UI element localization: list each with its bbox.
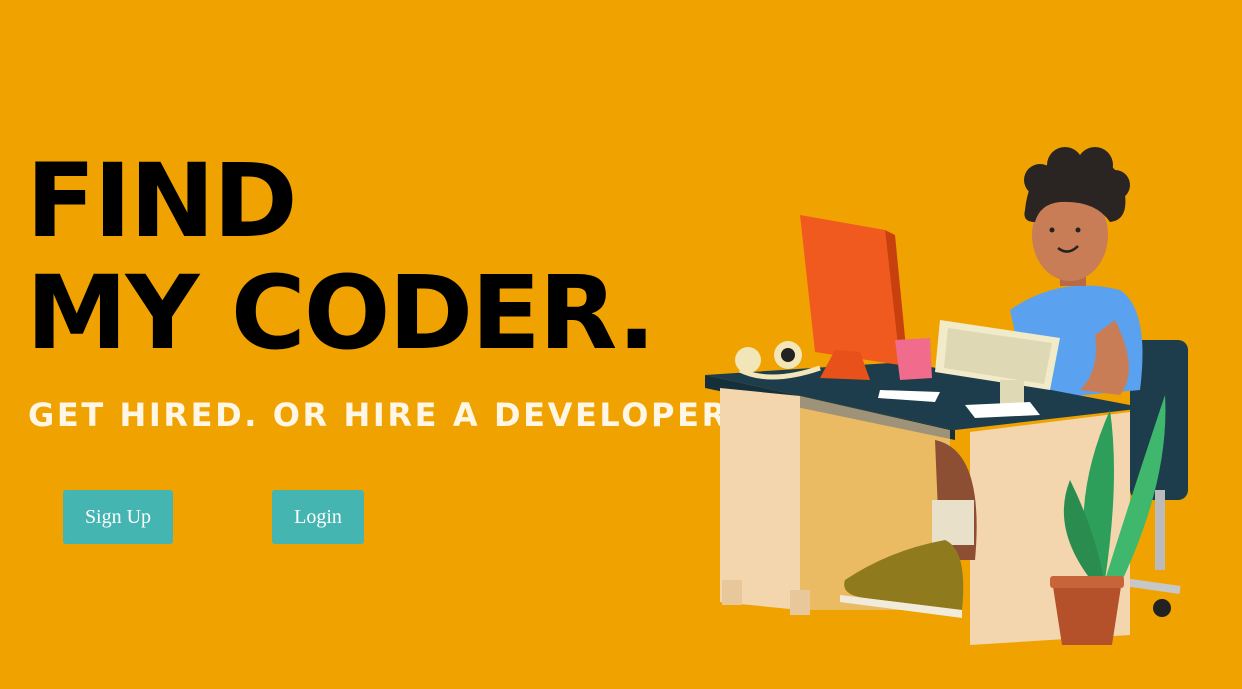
- hero-tagline: GET HIRED. OR HIRE A DEVELOPER.: [28, 396, 745, 434]
- developer-at-desk-icon: [705, 147, 1188, 645]
- hero-title: FIND MY CODER.: [26, 142, 656, 373]
- hero-title-line-2: MY CODER.: [26, 254, 656, 373]
- login-button[interactable]: Login: [272, 490, 364, 544]
- landing-page: FIND MY CODER. GET HIRED. OR HIRE A DEVE…: [0, 0, 1242, 689]
- hero-title-line-1: FIND: [26, 142, 298, 261]
- sign-up-button[interactable]: Sign Up: [63, 490, 173, 544]
